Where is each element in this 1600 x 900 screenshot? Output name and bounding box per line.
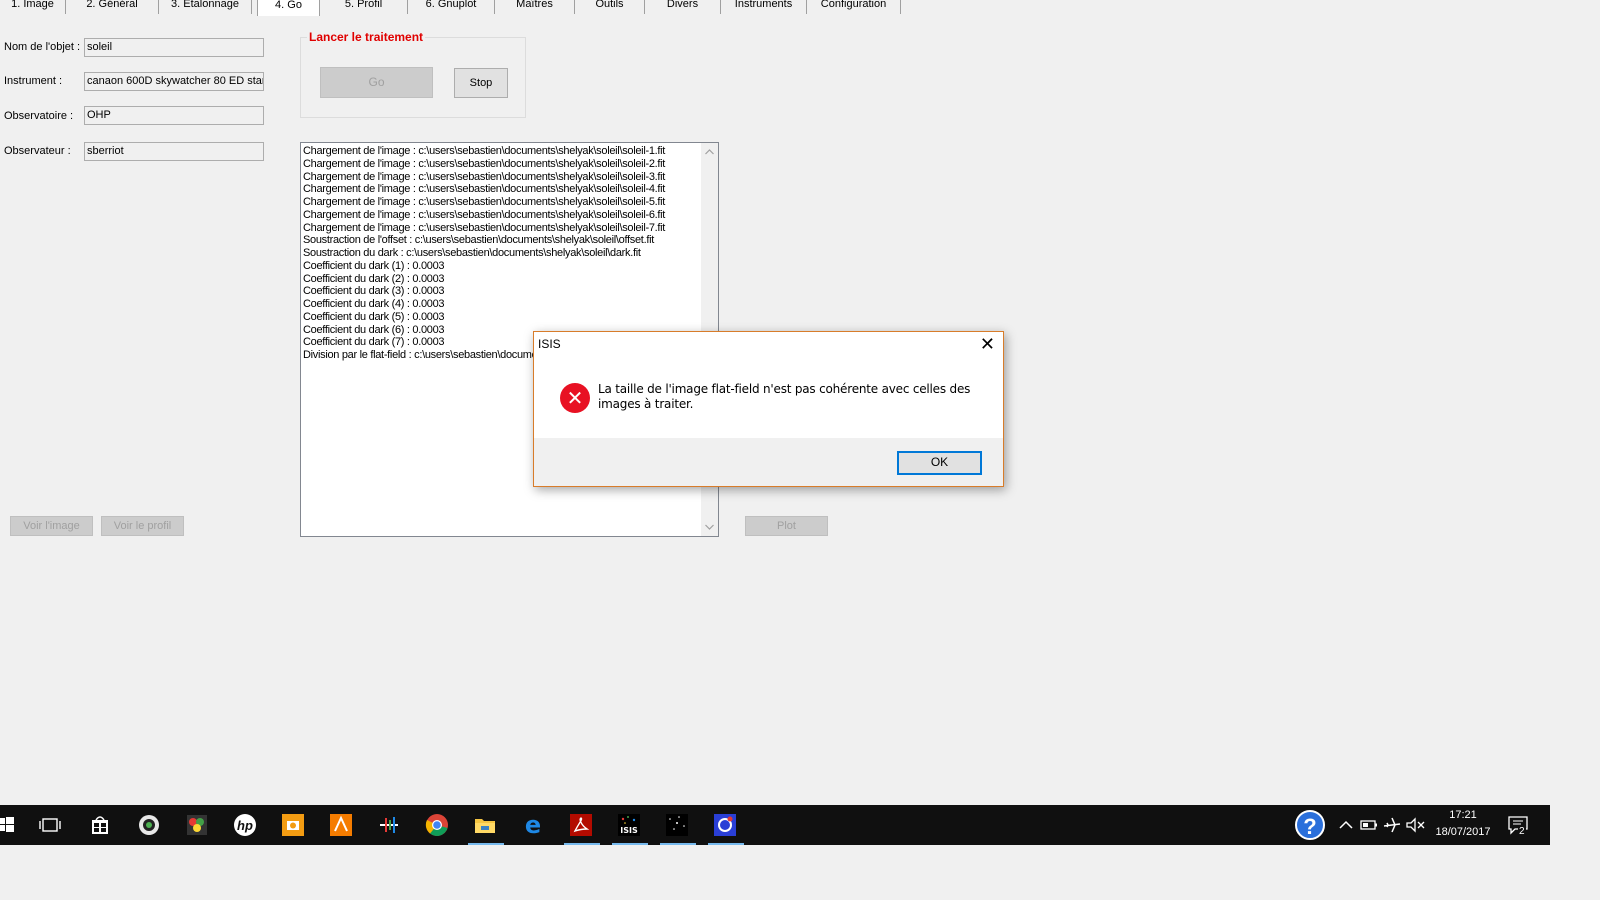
log-line: Soustraction de l'offset : c:\users\seba… <box>303 234 654 247</box>
chrome-icon[interactable] <box>425 813 449 837</box>
stop-button[interactable]: Stop <box>454 68 508 98</box>
log-line: Chargement de l'image : c:\users\sebasti… <box>303 145 666 157</box>
taskbar: hp e ISIS ? 17:21 18/07/2017 2 <box>0 805 1550 845</box>
hp-icon[interactable]: hp <box>233 813 257 837</box>
starfield-app-icon[interactable] <box>665 813 689 837</box>
tab-image[interactable]: 1. Image <box>0 0 66 14</box>
log-line: Coefficient du dark (4) : 0.0003 <box>303 298 445 310</box>
active-indicator <box>708 843 744 845</box>
log-line: Chargement de l'image : c:\users\sebasti… <box>303 157 666 170</box>
dialog-message: La taille de l'image flat-field n'est pa… <box>598 382 971 411</box>
active-indicator <box>612 843 648 845</box>
tab-gnuplot[interactable]: 6. Gnuplot <box>408 0 495 14</box>
log-line: Coefficient du dark (5) : 0.0003 <box>303 310 445 323</box>
spectrum-app-icon[interactable] <box>377 813 401 837</box>
tab-label: Divers <box>666 0 699 10</box>
tab-profil[interactable]: 5. Profil <box>320 0 408 14</box>
log-line: Chargement de l'image : c:\users\sebasti… <box>303 221 666 234</box>
camera-app-icon[interactable] <box>137 813 161 837</box>
error-dialog: ISIS ✕ ✕ La taille de l'image flat-field… <box>533 331 1004 487</box>
tab-general[interactable]: 2. Général <box>66 0 159 14</box>
tab-configuration[interactable]: Configuration <box>807 0 901 14</box>
observatory-label: Observatoire : <box>4 110 74 122</box>
log-line: Coefficient du dark (3) : 0.0003 <box>303 285 445 298</box>
tab-label: Outils <box>595 0 624 10</box>
tab-label: 3. Etalonnage <box>171 0 239 10</box>
tab-label: 6. Gnuplot <box>425 0 477 10</box>
tab-divers[interactable]: Divers <box>645 0 721 14</box>
log-line: Chargement de l'image : c:\users\sebasti… <box>303 196 666 208</box>
tab-label: 1. Image <box>11 0 54 10</box>
log-line: Soustraction du dark : c:\users\sebastie… <box>303 247 641 259</box>
tab-label: 2. Général <box>86 0 138 10</box>
object-name-label: Nom de l'objet : <box>4 41 81 53</box>
ok-button[interactable]: OK <box>897 451 982 475</box>
task-view-icon[interactable] <box>38 813 62 837</box>
tab-label: 4. Go <box>275 0 302 11</box>
blue-app-icon[interactable] <box>713 813 737 837</box>
log-lines: Chargement de l'image : c:\users\sebasti… <box>303 145 700 362</box>
chevron-up-icon[interactable] <box>1334 813 1358 837</box>
active-indicator <box>660 843 696 845</box>
tab-instruments[interactable]: Instruments <box>721 0 807 14</box>
isis-app-icon[interactable]: ISIS <box>617 813 641 837</box>
error-icon: ✕ <box>560 383 590 413</box>
tab-label: Maîtres <box>516 0 553 10</box>
tab-etalonnage[interactable]: 3. Etalonnage <box>159 0 252 14</box>
scroll-down-icon[interactable] <box>705 524 714 530</box>
edge-icon[interactable]: e <box>521 813 545 837</box>
tab-label: Configuration <box>820 0 887 10</box>
sublime-app-icon[interactable] <box>329 813 353 837</box>
help-icon[interactable]: ? <box>1295 810 1325 840</box>
photo-app-icon[interactable] <box>281 813 305 837</box>
instrument-input[interactable]: canaon 600D skywatcher 80 ED star <box>84 72 264 91</box>
svg-text:hp: hp <box>237 818 253 833</box>
active-indicator <box>564 843 600 845</box>
view-image-button[interactable]: Voir l'image <box>10 516 93 536</box>
tab-label: 5. Profil <box>344 0 383 10</box>
airplane-mode-icon[interactable] <box>1380 813 1404 837</box>
windows-start-icon[interactable] <box>0 813 18 837</box>
object-name-input[interactable]: soleil <box>84 38 264 57</box>
tab-go[interactable]: 4. Go <box>257 0 320 16</box>
log-line: Coefficient du dark (2) : 0.0003 <box>303 272 445 285</box>
log-line: Chargement de l'image : c:\users\sebasti… <box>303 208 666 221</box>
dialog-title: ISIS <box>538 337 561 351</box>
log-line: Coefficient du dark (1) : 0.0003 <box>303 259 445 272</box>
plot-button[interactable]: Plot <box>745 516 828 536</box>
tab-label: Instruments <box>734 0 793 10</box>
tab-strip: 1. Image 2. Général 3. Etalonnage 4. Go … <box>0 0 1600 16</box>
scroll-up-icon[interactable] <box>705 149 714 155</box>
paint-app-icon[interactable] <box>185 813 209 837</box>
close-icon[interactable]: ✕ <box>980 334 995 354</box>
go-button[interactable]: Go <box>320 67 433 98</box>
log-line: Chargement de l'image : c:\users\sebasti… <box>303 183 666 196</box>
tab-outils[interactable]: Outils <box>575 0 645 14</box>
processing-group-title: Lancer le traitement <box>307 30 426 44</box>
instrument-label: Instrument : <box>4 75 63 87</box>
active-indicator <box>468 843 504 845</box>
file-explorer-icon[interactable] <box>473 813 497 837</box>
view-profile-button[interactable]: Voir le profil <box>101 516 184 536</box>
volume-muted-icon[interactable] <box>1403 813 1427 837</box>
observer-label: Observateur : <box>4 145 71 157</box>
observer-input[interactable]: sberriot <box>84 142 264 161</box>
notification-count: 2 <box>1518 826 1526 837</box>
acrobat-icon[interactable] <box>569 813 593 837</box>
svg-text:e: e <box>525 813 541 837</box>
svg-text:ISIS: ISIS <box>620 826 638 835</box>
clock-date[interactable]: 18/07/2017 <box>1430 826 1496 838</box>
battery-icon[interactable] <box>1357 813 1381 837</box>
clock-time[interactable]: 17:21 <box>1440 809 1486 821</box>
observatory-input[interactable]: OHP <box>84 106 264 125</box>
tab-maitres[interactable]: Maîtres <box>495 0 575 14</box>
log-line: Chargement de l'image : c:\users\sebasti… <box>303 170 666 183</box>
store-icon[interactable] <box>88 813 112 837</box>
